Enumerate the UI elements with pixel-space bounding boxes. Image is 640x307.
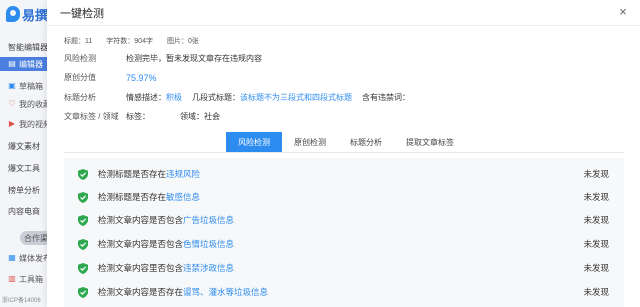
check-category-link[interactable]: 广告垃圾信息 (183, 215, 234, 225)
emotion-label: 情感描述： (126, 93, 166, 102)
tab-divider (64, 152, 624, 153)
shield-check-icon (78, 262, 88, 274)
char-count: 字符数：904字 (106, 38, 153, 45)
tab-originality[interactable]: 原创检测 (282, 132, 338, 152)
originality-score: 75.97% (126, 72, 157, 83)
heart-icon: ♡ (8, 99, 16, 108)
domain-value: 社会 (204, 112, 220, 121)
check-category-link[interactable]: 敏感信息 (166, 192, 200, 202)
title-analysis-row: 标题分析 情感描述： 积极 几段式标题： 该标题不为三段式和四段式标题 含有违禁… (64, 92, 410, 103)
check-label: 检测文章内容是否存在谩骂、灌水等垃圾信息 (98, 287, 269, 297)
check-label: 检测标题是否存在敏感信息 (98, 192, 201, 202)
clause-value: 该标题不为三段式和四段式标题 (240, 93, 352, 102)
tab-risk-detection[interactable]: 风险检测 (226, 132, 282, 152)
logo-text: 易撰 (22, 7, 49, 23)
check-label: 检测文章内容是否包含广告垃圾信息 (98, 215, 235, 225)
risk-label: 风险检测 (64, 54, 96, 63)
video-icon: ▶ (8, 119, 16, 128)
title-analysis-label: 标题分析 (64, 93, 96, 102)
domain-label: 领域： (180, 112, 204, 121)
modal-header: 一键检测 (47, 0, 640, 26)
logo-icon (6, 6, 20, 22)
tags-label: 标签： (126, 112, 150, 121)
check-category-link[interactable]: 谩骂、灌水等垃圾信息 (183, 287, 268, 297)
icp-footer[interactable]: 浙ICP备14006 (2, 295, 41, 304)
draft-icon: ▣ (8, 81, 16, 90)
logo: 易撰 (6, 4, 48, 24)
clause-label: 几段式标题： (192, 93, 240, 102)
check-item: 检测文章内容是否包含色情垃圾信息 未发现 (64, 235, 624, 253)
shield-check-icon (78, 168, 88, 180)
tab-extract-tags[interactable]: 提取文章标签 (394, 132, 466, 152)
check-result: 未发现 (583, 287, 609, 297)
article-stats: 标题：11 字符数：904字 图片：0张 (64, 36, 199, 46)
check-item: 检测文章内容是否存在谩骂、灌水等垃圾信息 未发现 (64, 283, 624, 301)
risk-value: 检测完毕，暂未发现文章存在违规内容 (126, 54, 262, 63)
shield-check-icon (78, 191, 88, 203)
check-label: 检测文章内容里否包含违禁涉政信息 (98, 263, 235, 273)
check-result: 未发现 (583, 215, 609, 225)
banned-words-label: 含有违禁词： (362, 93, 410, 102)
media-icon: ▦ (8, 253, 16, 262)
check-label: 检测标题是否存在违规风险 (98, 169, 201, 179)
result-tabs: 风险检测 原创检测 标题分析 提取文章标签 (226, 132, 466, 152)
edit-icon: ▤ (8, 59, 16, 68)
check-item: 检测文章内容里否包含违禁涉政信息 未发现 (64, 259, 624, 277)
check-label: 检测文章内容是否包含色情垃圾信息 (98, 239, 235, 249)
title-count: 标题：11 (64, 38, 93, 45)
check-item: 检测文章内容是否包含广告垃圾信息 未发现 (64, 211, 624, 229)
check-item: 检测标题是否存在违规风险 未发现 (64, 165, 624, 183)
article-tags-row: 文章标签 / 领域 标签： 领域： 社会 (64, 111, 220, 122)
check-item: 检测标题是否存在敏感信息 未发现 (64, 188, 624, 206)
check-result: 未发现 (583, 263, 609, 273)
originality-label: 原创分值 (64, 73, 96, 82)
shield-check-icon (78, 214, 88, 226)
tool-icon: ▥ (8, 274, 16, 283)
check-list: 检测标题是否存在违规风险 未发现 检测标题是否存在敏感信息 未发现 检测文章内容是否包含… (64, 158, 624, 307)
check-result: 未发现 (583, 192, 609, 202)
risk-row: 风险检测 检测完毕，暂未发现文章存在违规内容 (64, 53, 262, 64)
tab-title-analysis[interactable]: 标题分析 (338, 132, 394, 152)
check-category-link[interactable]: 违规风险 (166, 169, 200, 179)
emotion-value: 积极 (166, 93, 182, 102)
check-category-link[interactable]: 色情垃圾信息 (183, 239, 234, 249)
check-category-link[interactable]: 违禁涉政信息 (183, 263, 234, 273)
detection-modal: 一键检测 × 标题：11 字符数：904字 图片：0张 风险检测 检测完毕，暂未… (47, 0, 640, 307)
check-result: 未发现 (583, 169, 609, 179)
shield-check-icon (78, 286, 88, 298)
shield-check-icon (78, 238, 88, 250)
image-count: 图片：0张 (166, 38, 199, 45)
originality-row: 原创分值 75.97% (64, 72, 157, 83)
check-result: 未发现 (583, 239, 609, 249)
close-button[interactable]: × (617, 5, 629, 18)
modal-title: 一键检测 (60, 7, 104, 20)
article-tags-label: 文章标签 / 领域 (64, 112, 119, 121)
